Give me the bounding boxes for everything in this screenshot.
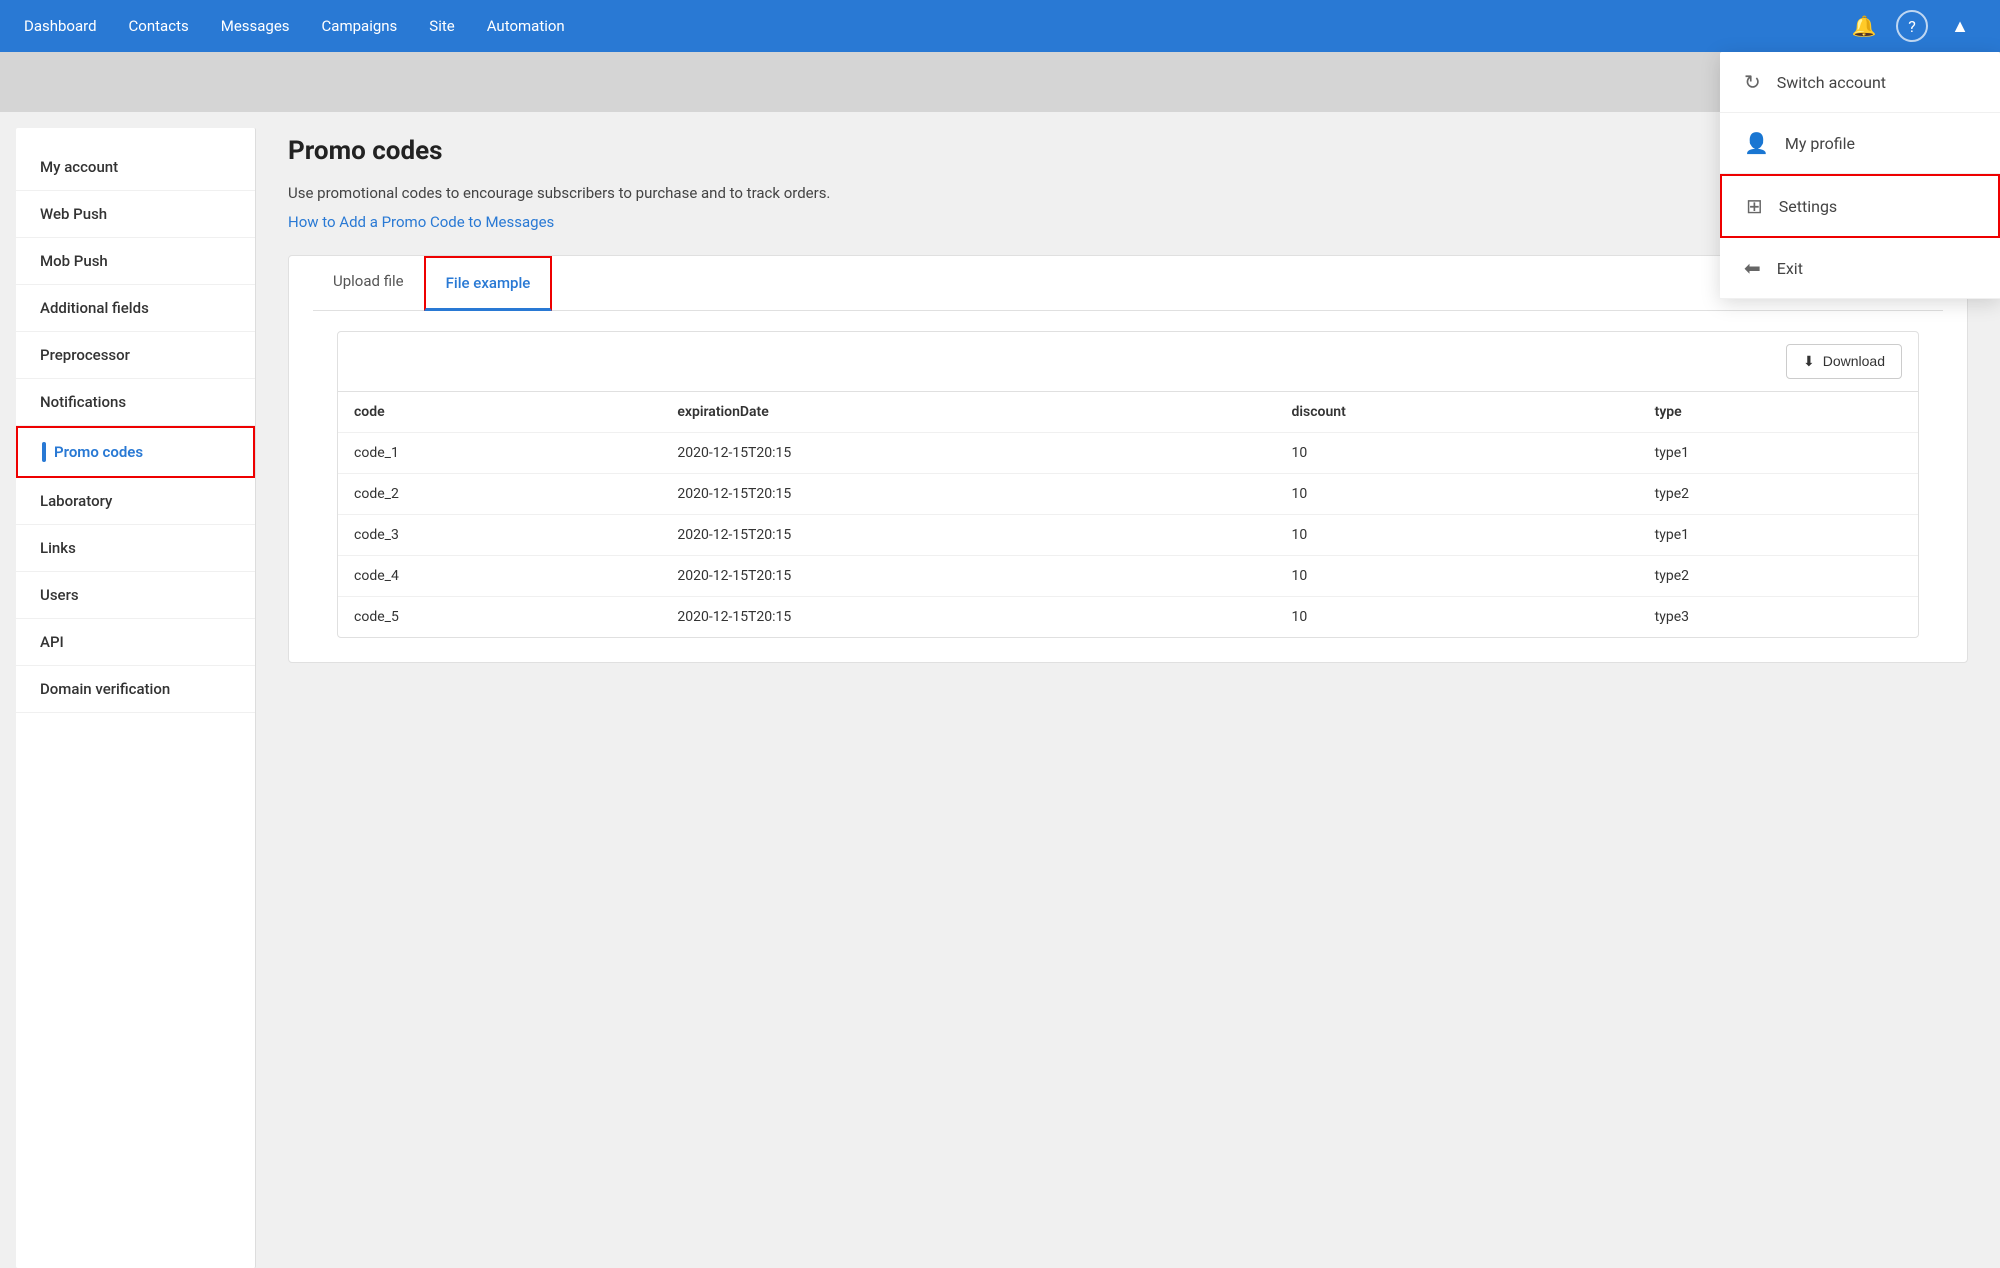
- col-header-type: type: [1639, 391, 1918, 432]
- cell-type-2: type1: [1639, 514, 1918, 555]
- settings-icon: ⊞: [1746, 194, 1763, 218]
- table-body: code_12020-12-15T20:1510type1code_22020-…: [338, 432, 1918, 637]
- table-header-row-cols: codeexpirationDatediscounttype: [338, 391, 1918, 432]
- main-layout: My accountWeb PushMob PushAdditional fie…: [0, 112, 2000, 1268]
- exit-label: Exit: [1777, 259, 1803, 278]
- download-icon: ⬇: [1803, 353, 1815, 370]
- top-nav: Dashboard Contacts Messages Campaigns Site Au…: [0, 0, 2000, 52]
- sidebar-item-notifications[interactable]: Notifications: [16, 379, 255, 426]
- cell-expirationDate-3: 2020-12-15T20:15: [661, 555, 1275, 596]
- table-row: code_22020-12-15T20:1510type2: [338, 473, 1918, 514]
- table-row: code_12020-12-15T20:1510type1: [338, 432, 1918, 473]
- cell-expirationDate-2: 2020-12-15T20:15: [661, 514, 1275, 555]
- cell-expirationDate-1: 2020-12-15T20:15: [661, 473, 1275, 514]
- nav-link-dashboard[interactable]: Dashboard: [24, 13, 97, 39]
- table-row: code_42020-12-15T20:1510type2: [338, 555, 1918, 596]
- nav-link-campaigns[interactable]: Campaigns: [322, 13, 398, 39]
- cell-expirationDate-4: 2020-12-15T20:15: [661, 596, 1275, 637]
- sidebar-item-domain-verification[interactable]: Domain verification: [16, 666, 255, 713]
- user-dropdown: ↻ Switch account👤 My profile⊞ Settings⬅ …: [1720, 52, 2000, 299]
- download-button[interactable]: ⬇ Download: [1786, 344, 1902, 379]
- download-label: Download: [1823, 353, 1885, 369]
- sidebar-item-additional-fields[interactable]: Additional fields: [16, 285, 255, 332]
- nav-link-automation[interactable]: Automation: [487, 13, 565, 39]
- col-header-expirationDate: expirationDate: [661, 391, 1275, 432]
- table-row: code_32020-12-15T20:1510type1: [338, 514, 1918, 555]
- sidebar-item-preprocessor[interactable]: Preprocessor: [16, 332, 255, 379]
- nav-link-messages[interactable]: Messages: [221, 13, 290, 39]
- promo-codes-table: codeexpirationDatediscounttype code_1202…: [338, 391, 1918, 637]
- sidebar-item-api[interactable]: API: [16, 619, 255, 666]
- page-link[interactable]: How to Add a Promo Code to Messages: [288, 213, 1968, 231]
- table-header-row: ⬇ Download: [338, 332, 1918, 391]
- cell-code-2: code_3: [338, 514, 661, 555]
- tab-upload-file[interactable]: Upload file: [313, 256, 424, 311]
- cell-expirationDate-0: 2020-12-15T20:15: [661, 432, 1275, 473]
- sidebar-item-my-account[interactable]: My account: [16, 144, 255, 191]
- page-title: Promo codes: [288, 136, 1968, 166]
- sidebar-item-laboratory[interactable]: Laboratory: [16, 478, 255, 525]
- sidebar-item-mob-push[interactable]: Mob Push: [16, 238, 255, 285]
- cell-type-0: type1: [1639, 432, 1918, 473]
- dropdown-item-exit[interactable]: ⬅ Exit: [1720, 238, 2000, 299]
- table-container: ⬇ Download codeexpirationDatediscounttyp…: [337, 331, 1919, 638]
- tab-file-example[interactable]: File example: [424, 256, 553, 311]
- table-head: codeexpirationDatediscounttype: [338, 391, 1918, 432]
- cell-type-4: type3: [1639, 596, 1918, 637]
- sidebar: My accountWeb PushMob PushAdditional fie…: [16, 128, 256, 1268]
- user-menu-toggle[interactable]: ▲: [1944, 10, 1976, 42]
- col-header-code: code: [338, 391, 661, 432]
- exit-icon: ⬅: [1744, 256, 1761, 280]
- tabs-container: Upload fileFile example ⬇ Download codee…: [288, 255, 1968, 663]
- active-bar: [42, 442, 46, 462]
- switch-account-icon: ↻: [1744, 70, 1761, 94]
- dropdown-item-settings[interactable]: ⊞ Settings: [1720, 174, 2000, 238]
- nav-icons: 🔔 ? ▲: [1848, 10, 1976, 42]
- cell-code-0: code_1: [338, 432, 661, 473]
- table-row: code_52020-12-15T20:1510type3: [338, 596, 1918, 637]
- sidebar-item-web-push[interactable]: Web Push: [16, 191, 255, 238]
- cell-discount-2: 10: [1276, 514, 1639, 555]
- sidebar-item-promo-codes[interactable]: Promo codes: [16, 426, 255, 478]
- notifications-icon[interactable]: 🔔: [1848, 10, 1880, 42]
- tabs-header: Upload fileFile example: [313, 256, 1943, 311]
- sidebar-item-links[interactable]: Links: [16, 525, 255, 572]
- nav-link-site[interactable]: Site: [429, 13, 454, 39]
- dropdown-item-my-profile[interactable]: 👤 My profile: [1720, 113, 2000, 174]
- cell-discount-3: 10: [1276, 555, 1639, 596]
- my-profile-icon: 👤: [1744, 131, 1769, 155]
- cell-discount-0: 10: [1276, 432, 1639, 473]
- help-icon[interactable]: ?: [1896, 10, 1928, 42]
- nav-links: Dashboard Contacts Messages Campaigns Site Au…: [24, 13, 1848, 39]
- cell-code-4: code_5: [338, 596, 661, 637]
- cell-discount-4: 10: [1276, 596, 1639, 637]
- my-profile-label: My profile: [1785, 134, 1855, 153]
- switch-account-label: Switch account: [1777, 73, 1886, 92]
- cell-code-1: code_2: [338, 473, 661, 514]
- page-description: Use promotional codes to encourage subsc…: [288, 182, 888, 205]
- cell-type-1: type2: [1639, 473, 1918, 514]
- nav-link-contacts[interactable]: Contacts: [129, 13, 189, 39]
- sidebar-item-label: Promo codes: [54, 443, 143, 461]
- cell-discount-1: 10: [1276, 473, 1639, 514]
- cell-type-3: type2: [1639, 555, 1918, 596]
- gray-bar: [0, 52, 2000, 112]
- dropdown-item-switch-account[interactable]: ↻ Switch account: [1720, 52, 2000, 113]
- settings-label: Settings: [1779, 197, 1837, 216]
- sidebar-item-users[interactable]: Users: [16, 572, 255, 619]
- cell-code-3: code_4: [338, 555, 661, 596]
- col-header-discount: discount: [1276, 391, 1639, 432]
